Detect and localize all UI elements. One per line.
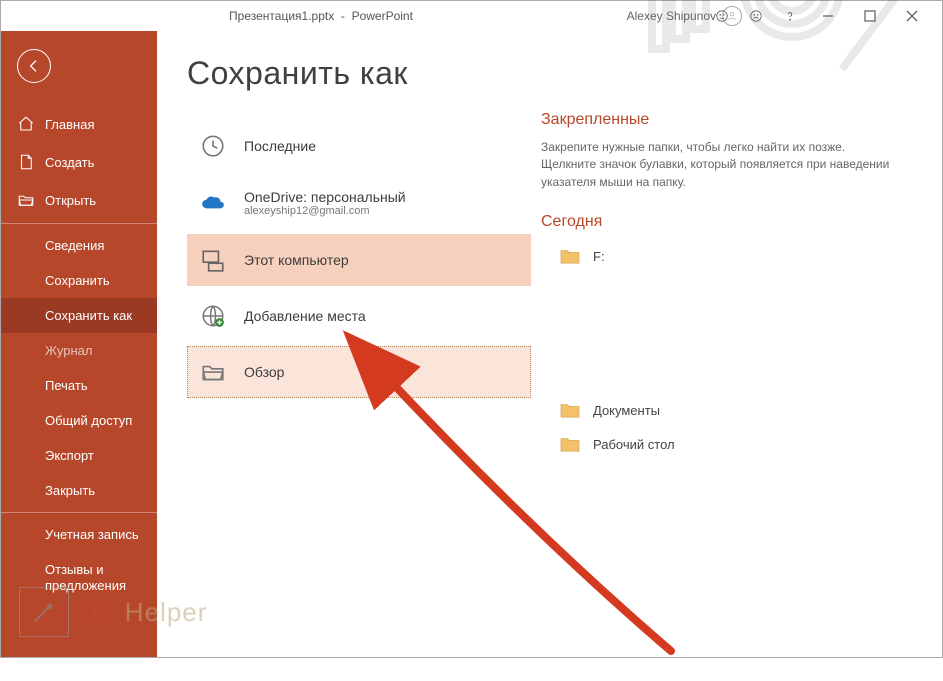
folder-label: Документы — [593, 403, 660, 418]
back-button[interactable] — [17, 49, 51, 83]
clock-icon — [200, 133, 226, 159]
sidebar-label: Главная — [45, 117, 94, 132]
section-today-title: Сегодня — [541, 213, 912, 231]
sidebar-item-saveas[interactable]: Сохранить как — [1, 298, 157, 333]
watermark-cursor-icon — [19, 587, 69, 637]
location-label: Этот компьютер — [244, 252, 349, 268]
location-addplace[interactable]: Добавление места — [187, 290, 531, 342]
open-icon — [17, 191, 35, 209]
sidebar-item-open[interactable]: Открыть — [1, 181, 157, 219]
sidebar-item-history[interactable]: Журнал — [1, 333, 157, 368]
sidebar-label: Закрыть — [45, 483, 95, 498]
sidebar-item-share[interactable]: Общий доступ — [1, 403, 157, 438]
sidebar-item-print[interactable]: Печать — [1, 368, 157, 403]
sidebar-item-save[interactable]: Сохранить — [1, 263, 157, 298]
app-name: PowerPoint — [352, 9, 413, 23]
sidebar-item-export[interactable]: Экспорт — [1, 438, 157, 473]
section-pinned-desc: Закрепите нужные папки, чтобы легко найт… — [541, 139, 901, 191]
folder-item-docs[interactable]: Документы — [555, 395, 912, 425]
location-sub: alexeyship12@gmail.com — [244, 205, 406, 217]
sidebar-label: Печать — [45, 378, 88, 393]
location-recent[interactable]: Последние — [187, 120, 531, 172]
add-place-icon — [200, 303, 226, 329]
page-title: Сохранить как — [187, 55, 531, 92]
titlebar: Презентация1.pptx - PowerPoint Alexey Sh… — [1, 1, 942, 31]
watermark-os: OS — [77, 597, 117, 627]
close-button[interactable] — [892, 2, 932, 30]
sidebar-item-new[interactable]: Создать — [1, 143, 157, 181]
folder-icon — [559, 401, 581, 419]
sidebar-label: Сохранить — [45, 273, 110, 288]
backstage-sidebar: Главная Создать Открыть Сведения Сохрани… — [1, 31, 157, 657]
folder-label: F: — [593, 249, 605, 264]
sidebar-label: Открыть — [45, 193, 96, 208]
onedrive-icon — [200, 190, 226, 216]
location-onedrive[interactable]: OneDrive: персональный alexeyship12@gmai… — [187, 176, 531, 230]
watermark-helper: Helper — [117, 597, 208, 627]
location-thispc[interactable]: Этот компьютер — [187, 234, 531, 286]
sidebar-label: Создать — [45, 155, 94, 170]
location-label: OneDrive: персональный — [244, 189, 406, 205]
sidebar-label: Сведения — [45, 238, 104, 253]
new-icon — [17, 153, 35, 171]
sidebar-item-info[interactable]: Сведения — [1, 223, 157, 263]
titlebar-title: Презентация1.pptx - PowerPoint — [181, 9, 461, 23]
folder-icon — [559, 435, 581, 453]
sidebar-item-home[interactable]: Главная — [1, 105, 157, 143]
home-icon — [17, 115, 35, 133]
folder-item-desktop[interactable]: Рабочий стол — [555, 429, 912, 459]
computer-icon — [200, 247, 226, 273]
minimize-button[interactable] — [808, 2, 848, 30]
sidebar-label: Экспорт — [45, 448, 94, 463]
help-icon[interactable] — [774, 2, 806, 30]
sidebar-label: Учетная запись — [45, 527, 139, 542]
smile-icon[interactable] — [706, 2, 738, 30]
section-pinned-title: Закрепленные — [541, 111, 912, 129]
folder-item-f[interactable]: F: — [555, 241, 912, 271]
restore-button[interactable] — [850, 2, 890, 30]
location-label: Добавление места — [244, 308, 366, 324]
location-browse[interactable]: Обзор — [187, 346, 531, 398]
browse-icon — [200, 359, 226, 385]
sidebar-label: Общий доступ — [45, 413, 132, 428]
folder-label: Рабочий стол — [593, 437, 675, 452]
filename: Презентация1.pptx — [229, 9, 334, 23]
location-label: Последние — [244, 138, 316, 154]
sidebar-label: Журнал — [45, 343, 92, 358]
sidebar-label: Сохранить как — [45, 308, 132, 323]
sidebar-item-account[interactable]: Учетная запись — [1, 512, 157, 552]
user-name: Alexey Shipunov — [627, 9, 716, 23]
sidebar-item-close[interactable]: Закрыть — [1, 473, 157, 508]
frown-icon[interactable] — [740, 2, 772, 30]
watermark: OS Helper — [19, 587, 207, 637]
folder-icon — [559, 247, 581, 265]
location-label: Обзор — [244, 364, 284, 380]
